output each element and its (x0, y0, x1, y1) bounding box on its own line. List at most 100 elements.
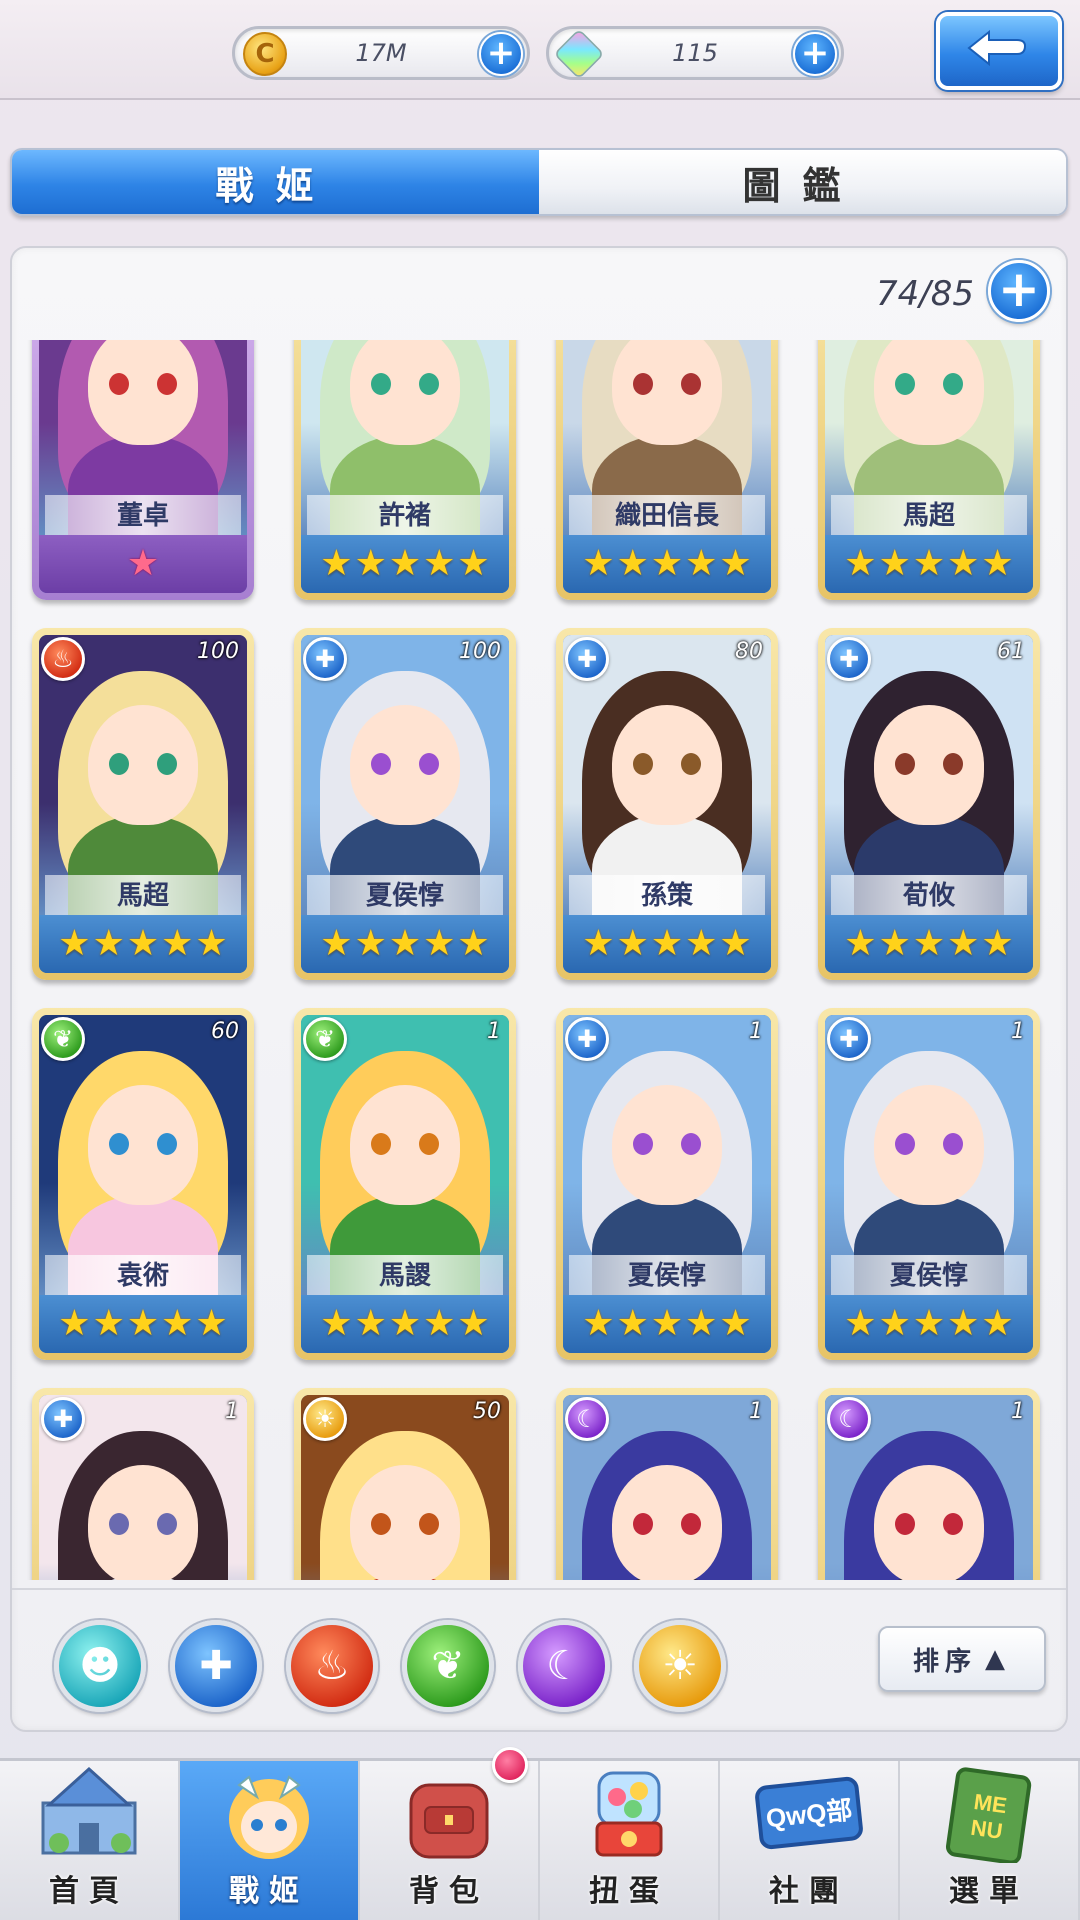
character-card[interactable]: 袁術 ★ ★ ★ ★ ★ ❦ 60 (32, 1008, 254, 1360)
character-level: 61 (997, 639, 1025, 664)
nav-item-1[interactable]: 戰姬 (180, 1761, 360, 1920)
character-card[interactable]: 張遼 ★★★★ ☀50 (294, 1388, 516, 1580)
card-frame: 孫策 ★ ★ ★ ★ ★ ✚ 80 (563, 635, 771, 973)
gacha-machine-icon (569, 1761, 689, 1864)
portrait-face (350, 1085, 460, 1205)
star-icon: ★ (161, 923, 194, 964)
star-icon: ★ (981, 923, 1014, 964)
character-card[interactable]: 賈詡 ★★★★ ☾1 (556, 1388, 778, 1580)
character-card[interactable]: 馬超 ★ ★ ★ ★ ★ (818, 340, 1040, 600)
dark-element-icon: ☾ (827, 1397, 871, 1441)
character-level: 60 (211, 1019, 239, 1044)
wood-element-icon: ❦ (303, 1017, 347, 1061)
dark-element-icon: ☾ (565, 1397, 609, 1441)
tab-battle-maidens[interactable]: 戰姬 (12, 150, 539, 214)
star-icon: ★ (423, 923, 456, 964)
star-rating: ★ ★ ★ ★ ★ (563, 1295, 771, 1353)
fire-element-icon: ♨ (41, 637, 85, 681)
card-frame: 馬超 ★ ★ ★ ★ ★ ♨ 100 (39, 635, 247, 973)
portrait-eye (681, 753, 701, 775)
nav-label: 戰姬 (229, 1874, 309, 1909)
star-rating: ★ ★ ★ ★ ★ (825, 915, 1033, 973)
character-card[interactable]: 夏侯惇 ★ ★ ★ ★ ★ ✚ 1 (556, 1008, 778, 1360)
nav-item-0[interactable]: 首頁 (0, 1761, 180, 1920)
dark-filter-button[interactable]: ☾ (518, 1620, 610, 1712)
star-icon: ★ (126, 1303, 160, 1344)
character-card[interactable]: 織田信長 ★ ★ ★ ★ ★ (556, 340, 778, 600)
character-card[interactable]: 賈詡 ★★★★ ☾1 (818, 1388, 1040, 1580)
water-element-icon: ✚ (41, 1397, 85, 1441)
portrait-eye (419, 1513, 439, 1535)
character-card[interactable]: 許褚 ★ ★ ★ ★ ★ (294, 340, 516, 600)
card-grid-viewport[interactable]: 董卓 ★ 許褚 ★ ★ ★ ★ ★ 織田信長 ★ ★ ★ ★ ★ 馬超 ★ ★ … (12, 340, 1066, 1580)
nav-item-5[interactable]: ME NU 選單 (900, 1761, 1080, 1920)
card-frame: 夏侯惇 ★ ★ ★ ★ ★ ✚ 1 (825, 1015, 1033, 1353)
expand-roster-button[interactable]: + (988, 260, 1050, 322)
star-icon: ★ (126, 923, 160, 964)
portrait-eye (681, 373, 701, 395)
card-frame: 董卓 ★ (39, 340, 247, 593)
star-rating: ★ ★ ★ ★ ★ (301, 915, 509, 973)
character-level: 1 (1011, 1399, 1025, 1424)
character-card[interactable]: 馬超 ★ ★ ★ ★ ★ ♨ 100 (32, 628, 254, 980)
rainbow-gem-icon (553, 28, 605, 80)
character-card[interactable]: 夏侯惇 ★ ★ ★ ★ ★ ✚ 1 (818, 1008, 1040, 1360)
character-card[interactable]: 夏侯惇 ★ ★ ★ ★ ★ ✚ 100 (294, 628, 516, 980)
star-icon: ★ (685, 543, 718, 584)
character-level: 1 (749, 1399, 763, 1424)
sun-icon: ☀ (662, 1643, 698, 1689)
star-icon: ★ (354, 1303, 387, 1344)
back-arrow-icon (967, 29, 1027, 67)
character-name: 織田信長 (569, 495, 765, 537)
star-icon: ★ (719, 1303, 752, 1344)
star-icon: ★ (354, 923, 387, 964)
portrait-eye (109, 1513, 129, 1535)
star-icon: ★ (685, 1303, 718, 1344)
sort-button[interactable]: 排序 ▲ (878, 1626, 1046, 1692)
portrait-eye (109, 753, 129, 775)
star-rating: ★ (39, 535, 247, 593)
portrait-eye (943, 1513, 963, 1535)
portrait-eye (895, 753, 915, 775)
light-element-icon: ☀ (303, 1397, 347, 1441)
nav-item-3[interactable]: 扭蛋 (540, 1761, 720, 1920)
add-gems-button[interactable]: + (793, 32, 837, 76)
portrait-eye (895, 373, 915, 395)
portrait-eye (371, 373, 391, 395)
star-icon: ★ (878, 923, 911, 964)
character-name: 荀攸 (831, 875, 1027, 917)
star-icon: ★ (685, 923, 718, 964)
qwq-guild-sign-icon: QwQ部 (749, 1761, 869, 1864)
character-card[interactable]: 孫策 ★ ★ ★ ★ ★ ✚ 80 (556, 628, 778, 980)
character-card[interactable]: 曹植 ★★★★★ ✚1 (32, 1388, 254, 1580)
portrait-face (88, 340, 198, 445)
star-icon: ★ (423, 1303, 456, 1344)
gold-coin-icon: C (243, 32, 287, 76)
character-card[interactable]: 荀攸 ★ ★ ★ ★ ★ ✚ 61 (818, 628, 1040, 980)
nav-item-4[interactable]: QwQ部 社團 (720, 1761, 900, 1920)
water-filter-button[interactable]: ✚ (170, 1620, 262, 1712)
star-icon: ★ (423, 543, 456, 584)
portrait-eye (943, 753, 963, 775)
gold-counter: C 17M + (232, 26, 530, 80)
water-element-icon: ✚ (827, 637, 871, 681)
portrait-eye (633, 373, 653, 395)
character-card[interactable]: 董卓 ★ (32, 340, 254, 600)
ghost-filter-button[interactable]: ☻ (54, 1620, 146, 1712)
portrait-eye (371, 753, 391, 775)
star-rating: ★ ★ ★ ★ ★ (563, 915, 771, 973)
portrait-face (874, 705, 984, 825)
svg-text:ME: ME (972, 1788, 1008, 1817)
nav-item-2[interactable]: 背包 (360, 1747, 540, 1920)
add-gold-button[interactable]: + (479, 32, 523, 76)
wood-filter-button[interactable]: ❦ (402, 1620, 494, 1712)
portrait-eye (943, 373, 963, 395)
element-filters: ☻ ✚ ♨ ❦ ☾ ☀ (54, 1620, 726, 1712)
portrait-eye (157, 373, 177, 395)
light-filter-button[interactable]: ☀ (634, 1620, 726, 1712)
fire-filter-button[interactable]: ♨ (286, 1620, 378, 1712)
back-button[interactable] (936, 12, 1062, 90)
star-icon: ★ (947, 1303, 980, 1344)
tab-encyclopedia[interactable]: 圖鑑 (539, 150, 1066, 214)
character-card[interactable]: 馬謖 ★ ★ ★ ★ ★ ❦ 1 (294, 1008, 516, 1360)
